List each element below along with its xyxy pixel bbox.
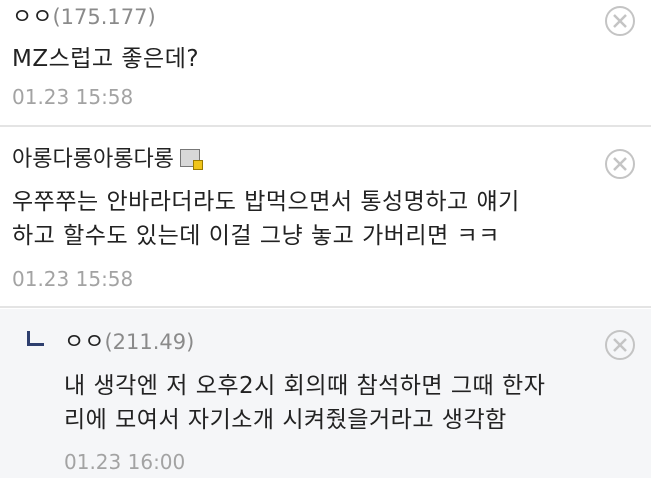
comment-date: 01.23 15:58	[12, 267, 134, 291]
reply-arrow-icon	[27, 331, 44, 346]
comment-date: 01.23 16:00	[64, 450, 186, 474]
reply-item: ㅇㅇ(211.49) 내 생각엔 저 오후2시 회의때 참석하면 그때 한자 리…	[0, 309, 651, 478]
circle-x-icon	[613, 338, 627, 352]
delete-comment-button[interactable]	[605, 6, 635, 36]
comment-line: 하고 할수도 있는데 이걸 그냥 놓고 가버리면 ㅋㅋ	[12, 223, 500, 249]
delete-comment-button[interactable]	[605, 330, 635, 360]
author-nickname[interactable]: ㅇㅇ	[64, 330, 104, 355]
author-nickname[interactable]: 아롱다롱아롱다롱	[12, 147, 174, 172]
comment-text: MZ스럽고 좋은데?	[12, 42, 199, 76]
comment-item: 아롱다롱아롱다롱 우쭈쭈는 안바라더라도 밥먹으면서 통성명하고 얘기 하고 할…	[0, 127, 651, 308]
comment-line: MZ스럽고 좋은데?	[12, 46, 200, 72]
comment-item: ㅇㅇ(175.177) MZ스럽고 좋은데? 01.23 15:58	[0, 0, 651, 127]
circle-x-icon	[613, 157, 627, 171]
delete-comment-button[interactable]	[605, 149, 635, 179]
comment-text: 내 생각엔 저 오후2시 회의때 참석하면 그때 한자 리에 모여서 자기소개 …	[64, 369, 545, 437]
circle-x-icon	[613, 14, 627, 28]
comment-text: 우쭈쭈는 안바라더라도 밥먹으면서 통성명하고 얘기 하고 할수도 있는데 이걸…	[12, 185, 520, 253]
author-ip: (211.49)	[104, 330, 195, 354]
comment-line: 우쭈쭈는 안바라더라도 밥먹으면서 통성명하고 얘기	[12, 189, 520, 215]
comment-line: 리에 모여서 자기소개 시켜줬을거라고 생각함	[64, 407, 507, 433]
gallery-member-badge-icon	[179, 149, 203, 170]
comment-author[interactable]: ㅇㅇ(175.177)	[12, 4, 156, 31]
comment-author[interactable]: ㅇㅇ(211.49)	[64, 329, 194, 356]
author-nickname[interactable]: ㅇㅇ	[12, 5, 52, 30]
comment-author[interactable]: 아롱다롱아롱다롱	[12, 147, 203, 173]
author-ip: (175.177)	[52, 5, 156, 29]
comment-date: 01.23 15:58	[12, 85, 134, 109]
comment-line: 내 생각엔 저 오후2시 회의때 참석하면 그때 한자	[64, 373, 546, 399]
